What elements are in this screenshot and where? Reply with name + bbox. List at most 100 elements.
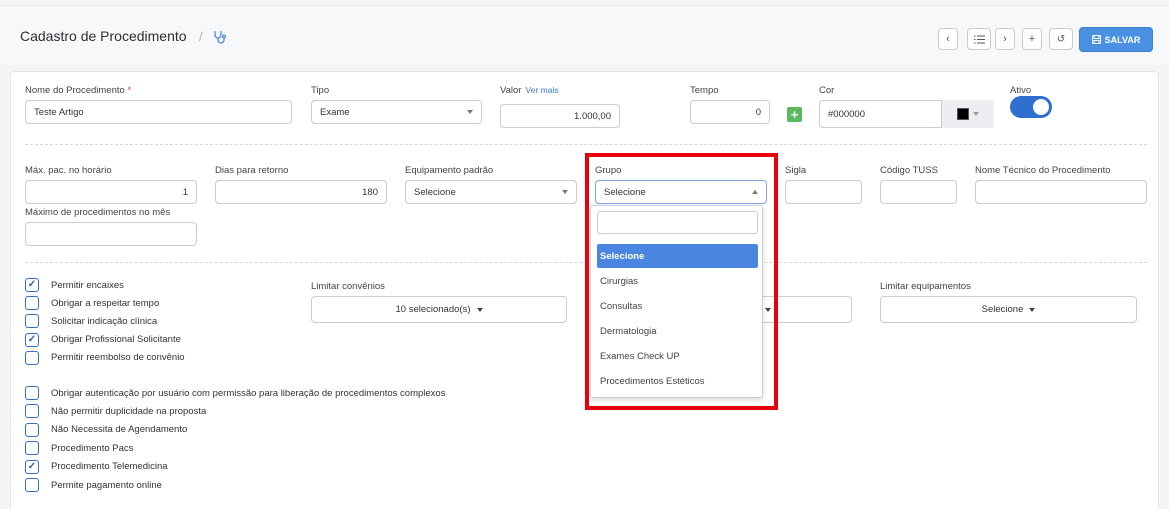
prev-button[interactable]: ‹ (938, 28, 958, 50)
checkbox-checked[interactable]: ✓ (25, 459, 39, 474)
limitar-convenios-label: Limitar convênios (311, 281, 385, 292)
max-proc-mes-label: Máximo de procedimentos no mês (25, 207, 171, 218)
checkbox[interactable] (25, 296, 39, 311)
checkbox-row[interactable]: Permitir reembolso de convênio (25, 350, 185, 365)
check-icon: ✓ (27, 333, 37, 345)
valor-input[interactable]: 1.000,00 (500, 104, 620, 128)
max-pac-input[interactable]: 1 (25, 180, 197, 204)
caret-down-icon (973, 112, 979, 116)
equipamento-value: Selecione (414, 186, 456, 198)
checkbox-label: Não Necessita de Agendamento (51, 424, 188, 436)
tempo-label: Tempo (690, 85, 719, 96)
checkbox-row[interactable]: Obrigar autenticação por usuário com per… (25, 386, 445, 400)
tipo-select[interactable]: Exame (311, 100, 482, 124)
caret-down-icon (1029, 307, 1036, 312)
check-icon: ✓ (27, 460, 37, 472)
checkbox-row[interactable]: Solicitar indicação clínica (25, 314, 158, 329)
save-icon (1091, 35, 1101, 44)
chevron-right-icon: › (1003, 33, 1007, 45)
valor-label: Valor Ver mais (500, 85, 559, 96)
chevron-left-icon: ‹ (946, 33, 950, 45)
cor-label: Cor (819, 85, 835, 96)
nome-tecnico-input[interactable] (975, 180, 1147, 204)
nome-label: Nome do Procedimento * (25, 85, 132, 96)
checkbox[interactable] (25, 404, 39, 419)
page-title: Cadastro de Procedimento (20, 28, 187, 44)
dias-retorno-label: Dias para retorno (215, 165, 289, 176)
checkbox[interactable] (25, 350, 39, 365)
tempo-input[interactable]: 0 (690, 100, 770, 124)
checkbox-label: Obrigar a respeitar tempo (51, 297, 160, 309)
checkbox-label: Obrigar autenticação por usuário com per… (51, 387, 446, 399)
add-button[interactable]: + (1022, 28, 1042, 50)
highlight-box (585, 153, 778, 410)
caret-down-icon (562, 190, 568, 194)
ativo-toggle[interactable] (1010, 96, 1052, 118)
nome-input[interactable]: Teste Artigo (25, 100, 292, 124)
checkbox-label: Permitir encaixes (51, 279, 124, 291)
tuss-label: Código TUSS (880, 165, 938, 176)
caret-down-icon (467, 110, 473, 114)
limitar-convenios-value: 10 selecionado(s) (395, 304, 471, 315)
limitar-equip-label: Limitar equipamentos (880, 281, 971, 292)
list-icon (973, 35, 985, 43)
max-pac-label: Máx. pac. no horário (25, 165, 112, 176)
equipamento-select[interactable]: Selecione (405, 180, 577, 204)
limitar-convenios-select[interactable]: 10 selecionado(s) (311, 296, 567, 323)
tipo-label: Tipo (311, 85, 330, 96)
checkbox[interactable] (25, 386, 39, 400)
caret-down-icon (476, 307, 483, 312)
checkbox[interactable] (25, 422, 39, 437)
checkbox-label: Procedimento Pacs (51, 442, 134, 454)
checkbox-row[interactable]: Procedimento Pacs (25, 441, 134, 456)
checkbox-row[interactable]: ✓ Permitir encaixes (25, 278, 124, 292)
add-tempo-button[interactable]: + (787, 107, 802, 122)
ativo-label: Ativo (1010, 85, 1032, 96)
checkbox-label: Permitir reembolso de convênio (51, 352, 185, 364)
color-swatch (957, 108, 969, 120)
divider (25, 144, 1147, 145)
checkbox-row[interactable]: Permite pagamento online (25, 478, 162, 492)
checkbox-row[interactable]: Obrigar a respeitar tempo (25, 296, 160, 311)
checkbox-label: Solicitar indicação clínica (51, 315, 158, 327)
checkbox-row[interactable]: Não Necessita de Agendamento (25, 422, 188, 437)
toggle-knob (1033, 99, 1049, 115)
page-header: Cadastro de Procedimento / ‹ › + ↺ SALVA… (0, 5, 1169, 65)
checkbox-row[interactable]: ✓ Procedimento Telemedicina (25, 459, 168, 474)
checkbox[interactable] (25, 441, 39, 456)
save-label: SALVAR (1104, 34, 1141, 45)
dias-retorno-input[interactable]: 180 (215, 180, 387, 204)
next-button[interactable]: › (995, 28, 1015, 50)
checkbox-row[interactable]: Não permitir duplicidade na proposta (25, 404, 207, 419)
title-separator: / (199, 29, 203, 44)
limitar-equip-value: Selecione (981, 304, 1024, 315)
equipamento-label: Equipamento padrão (405, 165, 494, 176)
checkbox[interactable] (25, 314, 39, 329)
nome-tecnico-label: Nome Técnico do Procedimento (975, 165, 1111, 176)
limitar-equip-select[interactable]: Selecione (880, 296, 1137, 323)
list-button[interactable] (967, 28, 991, 50)
tipo-value: Exame (320, 106, 350, 118)
plus-icon: + (790, 107, 799, 122)
check-icon: ✓ (27, 279, 37, 290)
history-button[interactable]: ↺ (1049, 28, 1073, 50)
checkbox-label: Procedimento Telemedicina (51, 461, 168, 473)
color-picker-button[interactable] (941, 100, 994, 128)
checkbox-row[interactable]: ✓ Obrigar Profissional Solicitante (25, 332, 181, 347)
required-mark: * (127, 85, 132, 96)
tuss-input[interactable] (880, 180, 957, 204)
checkbox-checked[interactable]: ✓ (25, 278, 39, 292)
plus-icon: + (1028, 33, 1036, 45)
checkbox-checked[interactable]: ✓ (25, 332, 39, 347)
checkbox-label: Obrigar Profissional Solicitante (51, 334, 181, 346)
sigla-input[interactable] (785, 180, 862, 204)
history-icon: ↺ (1056, 33, 1066, 45)
sigla-label: Sigla (785, 165, 807, 176)
checkbox-label: Permite pagamento online (51, 479, 162, 491)
ver-mais-link[interactable]: Ver mais (525, 85, 558, 95)
checkbox[interactable] (25, 478, 39, 492)
checkbox-label: Não permitir duplicidade na proposta (51, 405, 207, 417)
save-button[interactable]: SALVAR (1079, 27, 1153, 52)
stethoscope-icon (214, 31, 227, 44)
max-proc-mes-input[interactable] (25, 222, 197, 246)
